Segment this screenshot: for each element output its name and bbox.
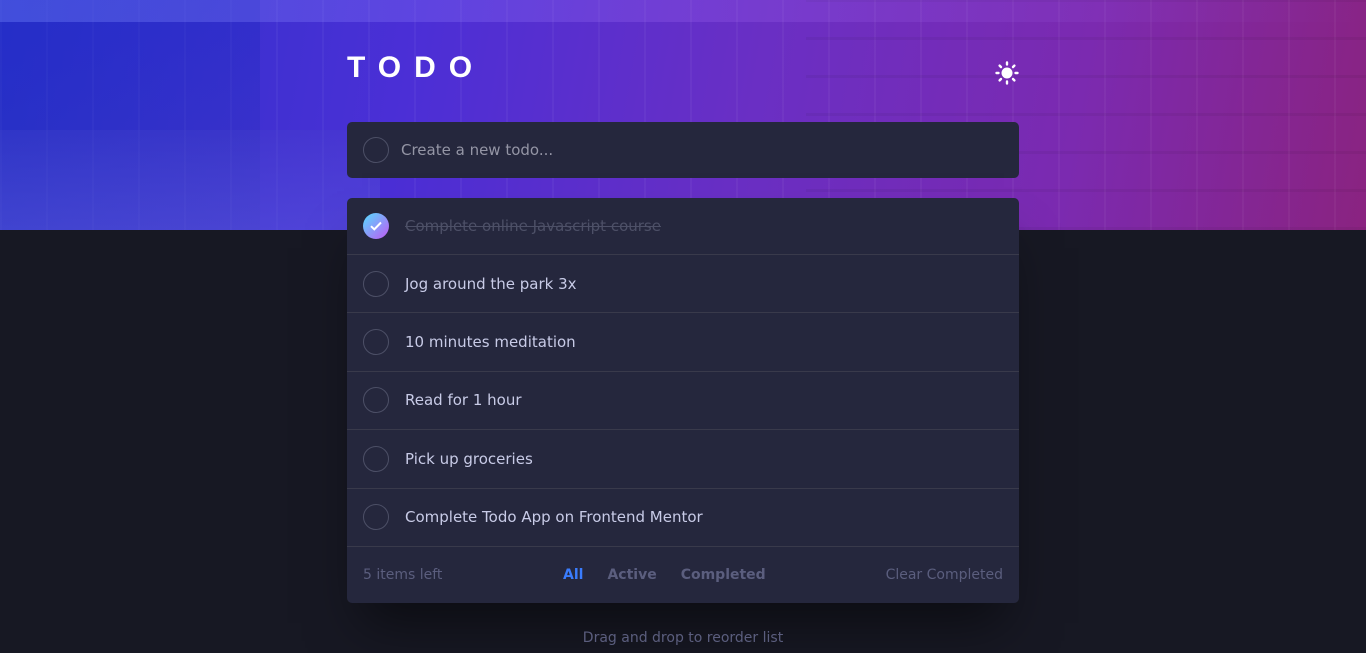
new-todo-bar	[347, 122, 1019, 178]
todo-checkbox[interactable]	[363, 387, 389, 414]
sun-icon	[995, 61, 1019, 85]
items-left-count: 5 items left	[363, 566, 443, 583]
todo-label: Jog around the park 3x	[405, 274, 577, 293]
reorder-hint: Drag and drop to reorder list	[582, 630, 784, 646]
filter-tabs: All Active Completed	[563, 547, 766, 603]
todo-checkbox-checked[interactable]	[363, 213, 389, 239]
header-background-image	[0, 0, 1366, 230]
todo-label: Complete online Javascript course	[405, 217, 661, 235]
todo-item[interactable]: Jog around the park 3x	[347, 255, 1019, 314]
todo-item[interactable]: Read for 1 hour	[347, 372, 1019, 431]
todo-label: 10 minutes meditation	[405, 333, 576, 352]
list-footer: 5 items left All Active Completed Clear …	[347, 547, 1019, 603]
todo-label: Pick up groceries	[405, 449, 533, 468]
filter-all[interactable]: All	[563, 567, 583, 583]
filter-completed[interactable]: Completed	[681, 567, 766, 583]
background-shade	[806, 0, 1366, 230]
background-shade	[0, 0, 1366, 22]
todo-checkbox[interactable]	[363, 270, 389, 297]
todo-label: Read for 1 hour	[405, 391, 522, 410]
new-todo-input[interactable]	[401, 141, 981, 159]
checkmark-icon	[370, 221, 382, 231]
todo-item[interactable]: Complete Todo App on Frontend Mentor	[347, 489, 1019, 547]
filter-active[interactable]: Active	[607, 567, 656, 583]
todo-checkbox[interactable]	[363, 445, 389, 472]
todo-item[interactable]: 10 minutes meditation	[347, 313, 1019, 372]
app-title: TODO	[347, 51, 486, 84]
todo-list: Complete online Javascript course Jog ar…	[347, 198, 1019, 603]
todo-item[interactable]: Pick up groceries	[347, 430, 1019, 489]
todo-checkbox[interactable]	[363, 504, 389, 531]
new-todo-checkbox[interactable]	[363, 137, 389, 163]
theme-toggle-button[interactable]	[994, 60, 1020, 86]
background-shade	[0, 130, 380, 230]
todo-item[interactable]: Complete online Javascript course	[347, 198, 1019, 255]
clear-completed-button[interactable]: Clear Completed	[886, 567, 1003, 583]
todo-checkbox[interactable]	[363, 329, 389, 356]
todo-label: Complete Todo App on Frontend Mentor	[405, 508, 703, 527]
